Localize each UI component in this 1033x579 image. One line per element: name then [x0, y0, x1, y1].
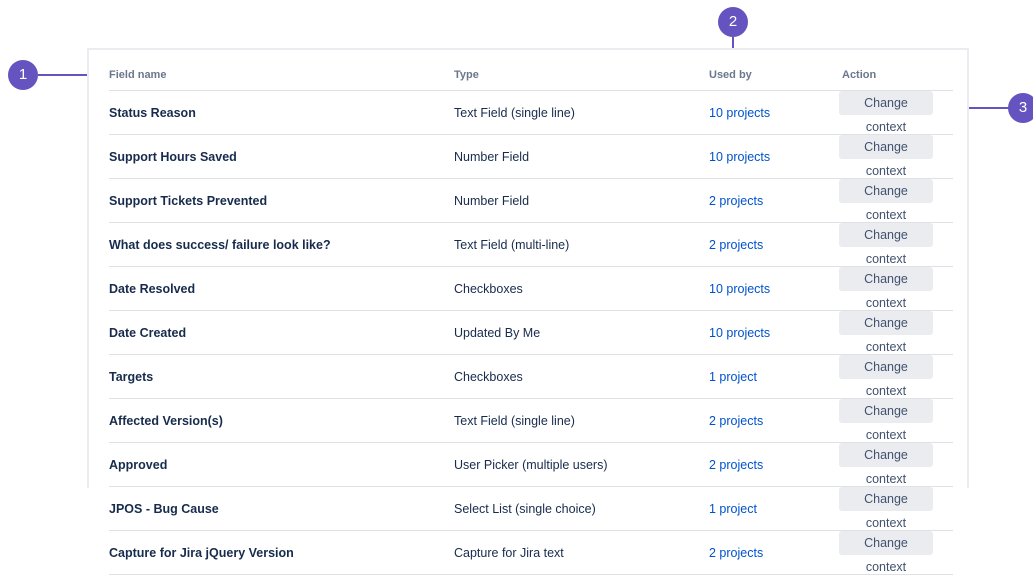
field-type-cell: Updated By Me	[454, 310, 709, 355]
used-by-projects-link[interactable]: 10 projects	[709, 106, 770, 120]
field-name-cell: Affected Version(s)	[109, 398, 454, 443]
used-by-projects-link[interactable]: 2 projects	[709, 546, 763, 560]
used-by-projects-link[interactable]: 10 projects	[709, 326, 770, 340]
field-name-cell: Date Created	[109, 310, 454, 355]
action-cell: Change context	[839, 310, 953, 355]
field-type-cell: Checkboxes	[454, 266, 709, 311]
action-cell: Change context	[839, 222, 953, 267]
used-by-projects-link[interactable]: 10 projects	[709, 150, 770, 164]
column-header-action: Action	[839, 60, 953, 91]
table-row: JPOS - Bug Cause Select List (single choi…	[109, 486, 953, 531]
table-row: Status Reason Text Field (single line) 10 …	[109, 90, 953, 135]
action-cell: Change context	[839, 530, 953, 575]
used-by-cell: 2 projects	[709, 442, 839, 487]
action-cell: Change context	[839, 178, 953, 223]
action-cell: Change context	[839, 442, 953, 487]
field-type-cell: User Picker (multiple users)	[454, 442, 709, 487]
field-name-cell: Date Resolved	[109, 266, 454, 311]
table-header-row: Field name Type Used by Action	[109, 60, 953, 91]
field-name-cell: Targets	[109, 354, 454, 399]
used-by-cell: 2 projects	[709, 398, 839, 443]
used-by-projects-link[interactable]: 1 project	[709, 502, 757, 516]
used-by-projects-link[interactable]: 2 projects	[709, 414, 763, 428]
action-cell: Change context	[839, 486, 953, 531]
used-by-cell: 1 project	[709, 354, 839, 399]
table-row: Date Resolved Checkboxes 10 projects Change…	[109, 266, 953, 311]
change-context-button[interactable]: Change context	[839, 443, 933, 486]
custom-fields-panel: Field name Type Used by Action Status Re…	[87, 48, 969, 575]
callout-marker-3: 3	[1008, 93, 1033, 123]
used-by-cell: 1 project	[709, 486, 839, 531]
table-row: Support Tickets Prevented Number Field 2 p…	[109, 178, 953, 223]
change-context-button[interactable]: Change context	[839, 311, 933, 354]
used-by-cell: 10 projects	[709, 266, 839, 311]
change-context-button[interactable]: Change context	[839, 223, 933, 266]
action-cell: Change context	[839, 134, 953, 179]
table-row: What does success/ failure look like? Tex…	[109, 222, 953, 267]
custom-fields-table: Field name Type Used by Action Status Re…	[109, 60, 953, 575]
field-type-cell: Text Field (multi-line)	[454, 222, 709, 267]
column-header-type: Type	[454, 60, 709, 91]
field-type-cell: Checkboxes	[454, 354, 709, 399]
field-type-cell: Number Field	[454, 178, 709, 223]
field-type-cell: Number Field	[454, 134, 709, 179]
action-cell: Change context	[839, 266, 953, 311]
used-by-projects-link[interactable]: 2 projects	[709, 238, 763, 252]
table-row: Approved User Picker (multiple users) 2 pr…	[109, 442, 953, 487]
column-header-field-name: Field name	[109, 60, 454, 91]
callout-marker-1: 1	[8, 60, 38, 90]
used-by-cell: 10 projects	[709, 90, 839, 135]
change-context-button[interactable]: Change context	[839, 531, 933, 574]
used-by-projects-link[interactable]: 2 projects	[709, 458, 763, 472]
action-cell: Change context	[839, 354, 953, 399]
table-row: Targets Checkboxes 1 project Change context	[109, 354, 953, 399]
callout-1-leader	[38, 74, 90, 76]
change-context-button[interactable]: Change context	[839, 399, 933, 442]
field-name-cell: Capture for Jira jQuery Version	[109, 530, 454, 575]
table-row: Support Hours Saved Number Field 10 projec…	[109, 134, 953, 179]
used-by-cell: 2 projects	[709, 178, 839, 223]
field-name-cell: Status Reason	[109, 90, 454, 135]
field-type-cell: Text Field (single line)	[454, 398, 709, 443]
table-row: Capture for Jira jQuery Version Capture f…	[109, 530, 953, 575]
field-name-cell: Approved	[109, 442, 454, 487]
field-type-cell: Text Field (single line)	[454, 90, 709, 135]
used-by-projects-link[interactable]: 1 project	[709, 370, 757, 384]
change-context-button[interactable]: Change context	[839, 267, 933, 310]
change-context-button[interactable]: Change context	[839, 179, 933, 222]
field-name-cell: What does success/ failure look like?	[109, 222, 454, 267]
change-context-button[interactable]: Change context	[839, 355, 933, 398]
used-by-projects-link[interactable]: 10 projects	[709, 282, 770, 296]
field-type-cell: Select List (single choice)	[454, 486, 709, 531]
used-by-cell: 10 projects	[709, 134, 839, 179]
action-cell: Change context	[839, 90, 953, 135]
used-by-projects-link[interactable]: 2 projects	[709, 194, 763, 208]
field-name-cell: JPOS - Bug Cause	[109, 486, 454, 531]
table-row: Affected Version(s) Text Field (single li…	[109, 398, 953, 443]
table-row: Date Created Updated By Me 10 projects Chan…	[109, 310, 953, 355]
change-context-button[interactable]: Change context	[839, 487, 933, 530]
column-header-used-by: Used by	[709, 60, 839, 91]
field-type-cell: Capture for Jira text	[454, 530, 709, 575]
change-context-button[interactable]: Change context	[839, 135, 933, 178]
used-by-cell: 10 projects	[709, 310, 839, 355]
field-name-cell: Support Tickets Prevented	[109, 178, 454, 223]
used-by-cell: 2 projects	[709, 222, 839, 267]
action-cell: Change context	[839, 398, 953, 443]
callout-marker-2: 2	[718, 7, 748, 37]
used-by-cell: 2 projects	[709, 530, 839, 575]
change-context-button[interactable]: Change context	[839, 91, 933, 134]
field-name-cell: Support Hours Saved	[109, 134, 454, 179]
